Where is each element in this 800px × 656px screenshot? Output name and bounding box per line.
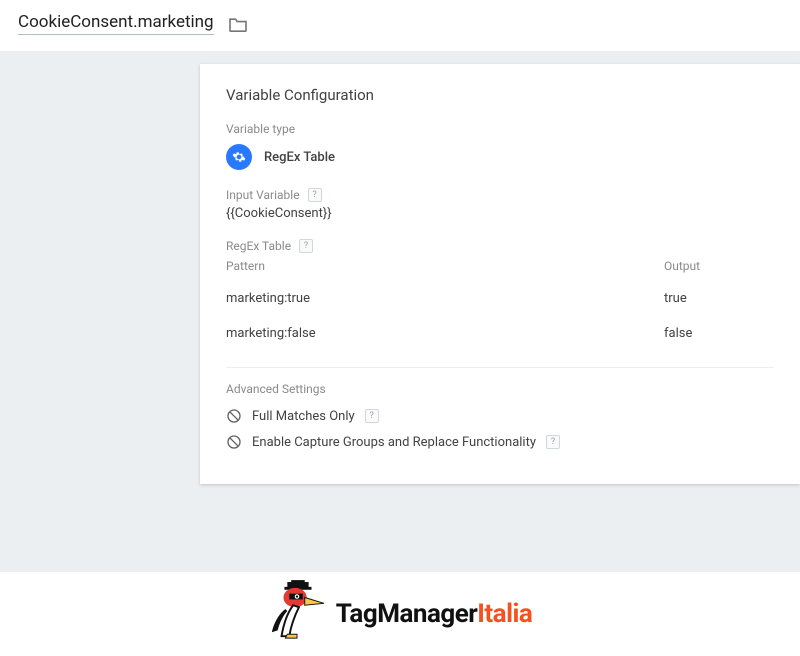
woodpecker-icon xyxy=(268,580,326,648)
regex-table-label: RegEx Table xyxy=(226,239,291,253)
variable-name-title[interactable]: CookieConsent.marketing xyxy=(18,12,214,35)
output-header: Output xyxy=(664,259,774,273)
brand-logo: TagManagerItalia xyxy=(0,572,800,656)
output-cell: true xyxy=(664,291,774,306)
variable-type-label: Variable type xyxy=(226,122,774,136)
input-variable-value: {{CookieConsent}} xyxy=(226,206,774,221)
advanced-option-label: Full Matches Only xyxy=(252,409,355,424)
help-icon[interactable]: ? xyxy=(308,188,322,202)
brand-text: TagManagerItalia xyxy=(336,599,533,629)
card-title: Variable Configuration xyxy=(226,86,774,104)
pattern-cell: marketing:true xyxy=(226,291,664,306)
divider xyxy=(226,367,774,368)
regex-table-headers: Pattern Output xyxy=(226,259,774,273)
advanced-settings-label: Advanced Settings xyxy=(226,382,774,396)
disabled-icon xyxy=(226,434,242,450)
pattern-cell: marketing:false xyxy=(226,326,664,341)
advanced-option-label: Enable Capture Groups and Replace Functi… xyxy=(252,435,536,450)
help-icon[interactable]: ? xyxy=(299,239,313,253)
regex-table-label-row: RegEx Table ? xyxy=(226,239,774,253)
input-variable-label: Input Variable xyxy=(226,188,300,202)
folder-icon[interactable] xyxy=(228,16,248,32)
help-icon[interactable]: ? xyxy=(365,409,379,423)
table-row[interactable]: marketing:false false xyxy=(226,316,774,351)
gear-icon xyxy=(226,144,252,170)
output-cell: false xyxy=(664,326,774,341)
editor-header: CookieConsent.marketing xyxy=(0,0,800,52)
variable-type-row[interactable]: RegEx Table xyxy=(226,144,774,170)
advanced-option-full-matches[interactable]: Full Matches Only ? xyxy=(226,408,774,424)
variable-config-card[interactable]: Variable Configuration Variable type Reg… xyxy=(200,64,800,484)
pattern-header: Pattern xyxy=(226,259,664,273)
variable-type-name: RegEx Table xyxy=(264,150,335,165)
help-icon[interactable]: ? xyxy=(546,435,560,449)
editor-canvas: Variable Configuration Variable type Reg… xyxy=(0,52,800,572)
brand-text-part1: TagManager xyxy=(336,599,478,629)
brand-text-part2: Italia xyxy=(477,599,532,629)
disabled-icon xyxy=(226,408,242,424)
advanced-option-capture-groups[interactable]: Enable Capture Groups and Replace Functi… xyxy=(226,434,774,450)
input-variable-label-row: Input Variable ? xyxy=(226,188,774,202)
table-row[interactable]: marketing:true true xyxy=(226,281,774,316)
